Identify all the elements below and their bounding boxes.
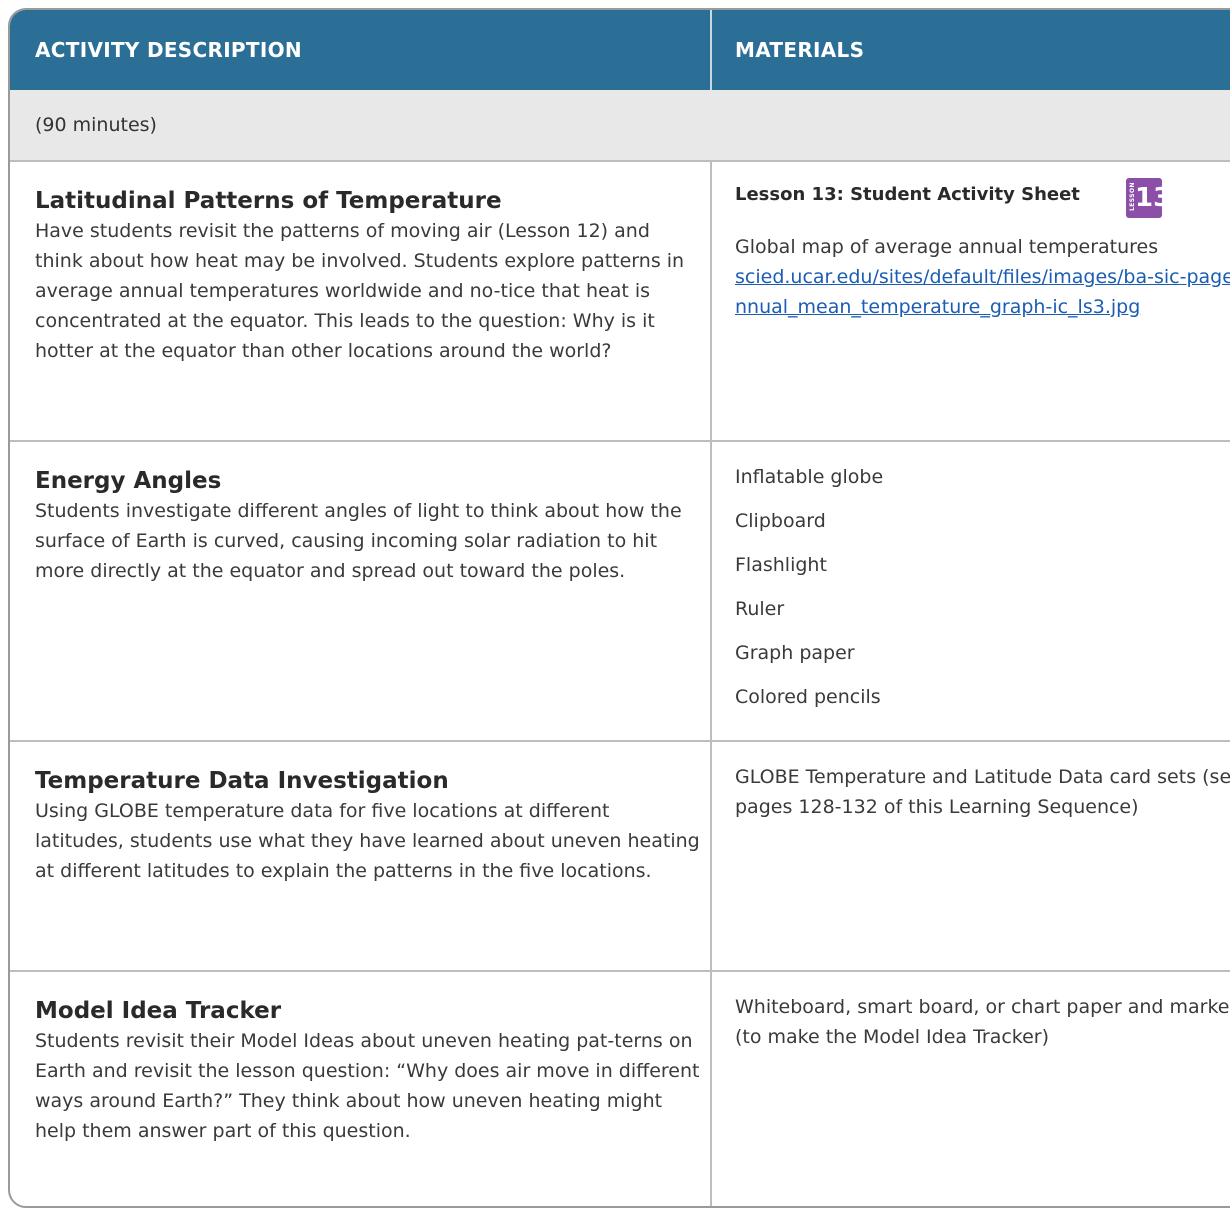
activity-title: Latitudinal Patterns of Temperature — [35, 188, 502, 214]
activity-description: Students investigate different angles of… — [35, 500, 682, 582]
material-item: Colored pencils — [735, 686, 881, 708]
header-divider — [710, 10, 712, 90]
material-item: Graph paper — [735, 642, 855, 664]
lesson-table: ACTIVITY DESCRIPTION MATERIALS (90 minut… — [8, 8, 1230, 1208]
activity-title: Model Idea Tracker — [35, 998, 282, 1024]
materials-cell: GLOBE Temperature and Latitude Data card… — [735, 762, 1230, 822]
badge-number: 13 — [1135, 183, 1172, 213]
table-row: Latitudinal Patterns of Temperature Have… — [10, 160, 1230, 442]
material-item: GLOBE Temperature and Latitude Data card… — [735, 766, 1230, 818]
table-header: ACTIVITY DESCRIPTION MATERIALS — [10, 10, 1230, 90]
activity-cell: Temperature Data Investigation Using GLO… — [35, 766, 700, 886]
material-link[interactable]: scied.ucar.edu/sites/default/files/image… — [735, 262, 1230, 322]
duration-text: (90 minutes) — [35, 114, 157, 136]
activity-title: Temperature Data Investigation — [35, 768, 449, 794]
materials-cell: Whiteboard, smart board, or chart paper … — [735, 992, 1230, 1052]
activity-cell: Energy Angles Students investigate diffe… — [35, 466, 700, 586]
material-item: Ruler — [735, 598, 785, 620]
activity-description: Have students revisit the patterns of mo… — [35, 220, 685, 362]
material-item: Global map of average annual temperature… — [735, 236, 1159, 258]
header-materials: MATERIALS — [735, 38, 865, 62]
material-item: Flashlight — [735, 554, 827, 576]
activity-description: Using GLOBE temperature data for five lo… — [35, 800, 700, 882]
activity-cell: Model Idea Tracker Students revisit thei… — [35, 996, 700, 1146]
activity-cell: Latitudinal Patterns of Temperature Have… — [35, 186, 700, 366]
lesson-badge-icon: LESSON 13 — [1126, 178, 1171, 218]
material-item: Whiteboard, smart board, or chart paper … — [735, 996, 1230, 1048]
table-row: Energy Angles Students investigate diffe… — [10, 440, 1230, 742]
material-item: Inflatable globe — [735, 466, 884, 488]
header-activity-description: ACTIVITY DESCRIPTION — [35, 38, 302, 62]
activity-description: Students revisit their Model Ideas about… — [35, 1030, 700, 1142]
table-row: Temperature Data Investigation Using GLO… — [10, 740, 1230, 972]
duration-row: (90 minutes) — [10, 90, 1230, 162]
materials-list: Inflatable globe Clipboard Flashlight Ru… — [735, 462, 1230, 726]
materials-cell: Lesson 13: Student Activity Sheet LESSON… — [735, 178, 1230, 322]
table-row: Model Idea Tracker Students revisit thei… — [10, 970, 1230, 1206]
activity-title: Energy Angles — [35, 468, 222, 494]
material-item: Clipboard — [735, 510, 826, 532]
student-activity-sheet[interactable]: Lesson 13: Student Activity Sheet LESSON… — [735, 178, 1230, 232]
sheet-label: Lesson 13: Student Activity Sheet — [735, 184, 1080, 205]
